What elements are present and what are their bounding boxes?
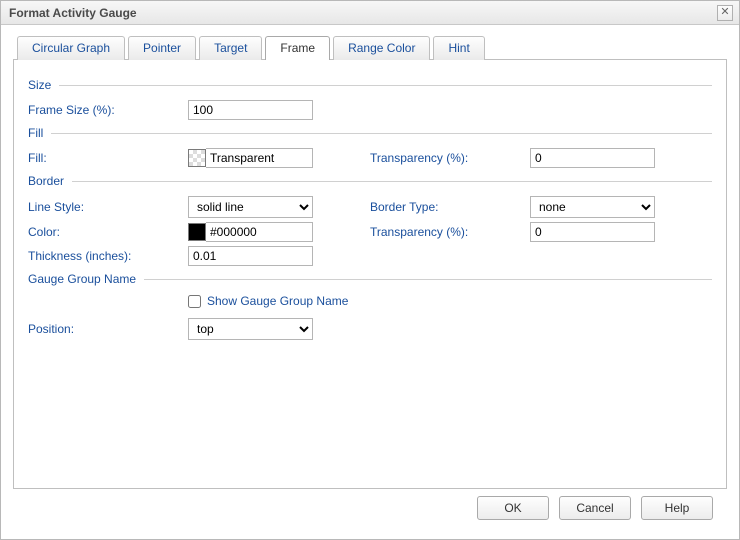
border-color-label: Color: <box>28 225 188 239</box>
fill-input[interactable] <box>206 148 313 168</box>
line-style-label: Line Style: <box>28 200 188 214</box>
border-type-label: Border Type: <box>370 200 530 214</box>
section-border-label: Border <box>28 174 64 188</box>
close-icon[interactable]: ✕ <box>717 5 733 21</box>
fill-transparency-label: Transparency (%): <box>370 151 530 165</box>
tab-pointer[interactable]: Pointer <box>128 36 196 60</box>
ok-button[interactable]: OK <box>477 496 549 520</box>
titlebar: Format Activity Gauge ✕ <box>1 1 739 25</box>
position-select[interactable]: top <box>188 318 313 340</box>
show-gauge-group-checkbox[interactable] <box>188 295 201 308</box>
border-type-select[interactable]: none <box>530 196 655 218</box>
dialog-footer: OK Cancel Help <box>13 489 727 535</box>
divider <box>72 181 712 182</box>
tab-target[interactable]: Target <box>199 36 262 60</box>
tab-panel-frame: Size Frame Size (%): Fill Fill: <box>13 59 727 489</box>
fill-label: Fill: <box>28 151 188 165</box>
section-fill: Fill <box>28 126 712 140</box>
dialog-title: Format Activity Gauge <box>9 6 137 20</box>
border-transparency-input[interactable] <box>530 222 655 242</box>
section-gauge-group: Gauge Group Name <box>28 272 712 286</box>
show-gauge-group-label: Show Gauge Group Name <box>207 294 348 308</box>
tab-bar: Circular Graph Pointer Target Frame Rang… <box>13 35 727 59</box>
frame-size-input[interactable] <box>188 100 313 120</box>
thickness-label: Thickness (inches): <box>28 249 188 263</box>
fill-swatch-icon[interactable] <box>188 149 206 167</box>
tab-circular-graph[interactable]: Circular Graph <box>17 36 125 60</box>
cancel-button[interactable]: Cancel <box>559 496 631 520</box>
border-transparency-label: Transparency (%): <box>370 225 530 239</box>
fill-transparency-input[interactable] <box>530 148 655 168</box>
dialog-format-activity-gauge: Format Activity Gauge ✕ Circular Graph P… <box>0 0 740 540</box>
thickness-input[interactable] <box>188 246 313 266</box>
section-size-label: Size <box>28 78 51 92</box>
tab-hint[interactable]: Hint <box>433 36 484 60</box>
section-border: Border <box>28 174 712 188</box>
position-label: Position: <box>28 322 188 336</box>
divider <box>144 279 712 280</box>
border-color-input[interactable] <box>206 222 313 242</box>
divider <box>59 85 712 86</box>
color-swatch-icon[interactable] <box>188 223 206 241</box>
section-fill-label: Fill <box>28 126 43 140</box>
tab-frame[interactable]: Frame <box>265 36 330 60</box>
section-size: Size <box>28 78 712 92</box>
divider <box>51 133 712 134</box>
section-gauge-group-label: Gauge Group Name <box>28 272 136 286</box>
dialog-body: Circular Graph Pointer Target Frame Rang… <box>1 25 739 539</box>
help-button[interactable]: Help <box>641 496 713 520</box>
frame-size-label: Frame Size (%): <box>28 103 188 117</box>
line-style-select[interactable]: solid line <box>188 196 313 218</box>
tab-range-color[interactable]: Range Color <box>333 36 430 60</box>
